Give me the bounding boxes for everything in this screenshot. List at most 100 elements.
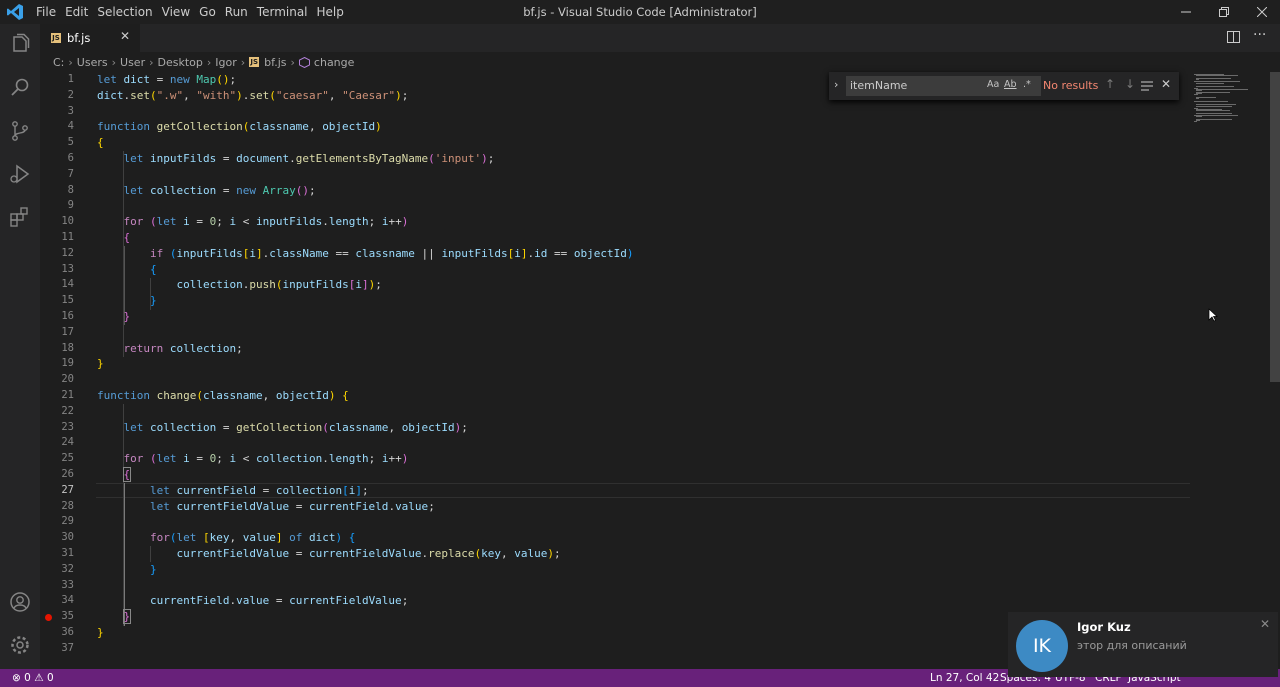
line-number: 9 [67,199,74,212]
find-in-selection-icon[interactable] [1141,81,1153,91]
line-number: 2 [67,88,74,101]
minimize-icon [1181,11,1191,13]
extensions-icon[interactable] [8,205,32,229]
activity-bar [0,24,40,669]
minimap-line [1196,75,1238,77]
minimap-line [1196,106,1232,108]
code-line-15: } [149,294,157,308]
menu-view[interactable]: View [162,0,197,24]
breadcrumb-item[interactable]: User [120,56,145,69]
run-debug-icon[interactable] [8,162,32,186]
account-icon[interactable] [8,590,32,614]
code-editor[interactable]: 1 2 3 4 5 6 7 8 9 10 11 12 13 14 15 16 17 18 19 20 21 22 23 24 2… [40,72,1190,669]
chevron-right-icon: › [206,55,212,69]
error-count: 0 [24,672,31,684]
avatar: IK [1016,620,1068,672]
minimap-line [1196,110,1230,112]
code-line-25: for (let i = 0; i < collection.length; i… [123,452,409,466]
line-number: 20 [61,373,74,386]
breadcrumb-symbol[interactable]: change [314,56,354,69]
mouse-pointer-icon [1208,308,1218,322]
code-line-30: for(let [key, value] of dict) { [149,531,356,545]
breakpoint-icon[interactable] [45,613,52,621]
menu-selection[interactable]: Selection [97,0,159,24]
breadcrumb-item[interactable]: Desktop [158,56,203,69]
line-number: 6 [67,152,74,164]
code-line-12: if (inputFilds[i].className == classname… [149,246,634,260]
explorer-icon[interactable] [8,33,32,57]
breadcrumb-item[interactable]: Igor [215,56,236,69]
gear-icon[interactable] [8,633,32,657]
code-line-2: dict.set(".w", "with").set("caesar", "Ca… [97,88,409,102]
notification-toast[interactable]: IK Igor Kuz этор для описаний ✕ [1008,612,1278,677]
more-actions-icon[interactable]: ··· [1253,27,1266,43]
menu-file[interactable]: File [36,0,63,24]
line-number: 32 [61,562,74,575]
tab-label: bf.js [67,31,91,45]
tab-close-icon[interactable]: ✕ [120,29,130,43]
line-number: 37 [61,641,74,654]
line-number: 11 [61,231,74,243]
search-icon[interactable] [8,76,32,100]
error-icon: ⊗ [12,672,21,684]
next-match-arrow-icon[interactable]: ↓ [1125,77,1135,91]
minimap-line [1196,83,1224,85]
menu-terminal[interactable]: Terminal [257,0,315,24]
toggle-replace-chevron-icon[interactable]: › [834,78,838,91]
menu-help[interactable]: Help [317,0,351,24]
minimap[interactable] [1190,72,1268,669]
js-file-icon: JS [51,33,61,43]
menu-edit[interactable]: Edit [65,0,95,24]
line-number: 8 [67,183,74,196]
code-line-10: for (let i = 0; i < inputFilds.length; i… [123,215,409,229]
line-number: 3 [67,104,74,117]
breadcrumb-item[interactable]: Users [77,56,108,69]
match-case-icon[interactable]: Aa [987,79,999,90]
code-line-11: { [123,231,131,244]
minimize-button[interactable] [1168,0,1204,24]
code-line-16: } [123,310,131,323]
line-number: 12 [61,246,74,259]
minimap-line [1196,88,1248,90]
problems-status[interactable]: ⊗ 0 ⚠ 0 [12,669,54,687]
line-number: 31 [61,547,74,559]
chevron-right-icon: › [111,55,117,69]
minimap-line [1196,98,1199,100]
code-line-4: function getCollection(classname, object… [97,120,382,134]
close-notification-icon[interactable]: ✕ [1260,617,1270,631]
breadcrumb-item[interactable]: C: [53,56,64,69]
line-number: 7 [67,167,74,180]
close-window-button[interactable] [1244,0,1280,24]
line-number: 10 [61,215,74,228]
menu-run[interactable]: Run [225,0,255,24]
close-find-icon[interactable]: ✕ [1161,77,1171,91]
restore-button[interactable] [1206,0,1242,24]
split-editor-icon[interactable] [1227,31,1240,44]
vertical-scrollbar[interactable] [1270,72,1280,382]
line-number: 4 [67,120,74,133]
line-number: 33 [61,578,74,591]
source-control-icon[interactable] [8,119,32,143]
code-line-21: function change(classname, objectId) { [97,389,349,402]
minimap-line [1196,96,1216,98]
code-line-26: { [122,467,132,482]
code-line-34: currentField.value = currentFieldValue; [149,594,409,608]
minimap-line [1194,80,1240,82]
line-number: 25 [61,452,74,465]
close-icon [1257,7,1267,17]
tab-bf-js[interactable]: JS bf.js ✕ [40,24,140,52]
line-number: 34 [61,594,74,607]
cursor-position[interactable]: Ln 27, Col 42 [930,669,999,687]
breadcrumb: C: › Users › User › Desktop › Igor › JS bf.js… [40,52,1190,72]
minimap-line [1194,121,1197,123]
vscode-logo-icon [7,4,23,20]
line-number: 21 [61,389,74,401]
line-number: 18 [61,341,74,354]
code-line-28: let currentFieldValue = currentField.val… [149,499,435,513]
line-number: 15 [61,294,74,307]
menu-go[interactable]: Go [199,0,223,24]
match-whole-word-icon[interactable]: Ab [1004,79,1017,90]
breadcrumb-file[interactable]: bf.js [264,56,286,69]
use-regex-icon[interactable]: .* [1023,79,1031,90]
previous-match-arrow-icon[interactable]: ↑ [1105,77,1115,91]
